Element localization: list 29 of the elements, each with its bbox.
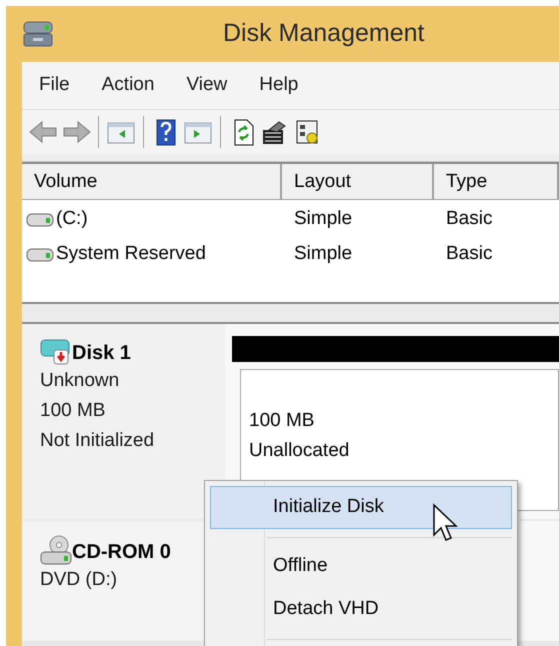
column-header[interactable]: Type	[434, 164, 559, 199]
column-header[interactable]: Layout	[282, 164, 434, 199]
partition-status: Unallocated	[249, 439, 350, 463]
table-cell-text: Simple	[293, 242, 354, 266]
table-cell-text: Simple	[293, 207, 354, 232]
disk-name: CD-ROM 0	[72, 540, 171, 565]
menu-item[interactable]: Help	[259, 71, 298, 100]
table-cell-text: Basic	[445, 242, 492, 266]
table-cell-text: Basic	[445, 207, 492, 232]
disk-info: Not Initialized	[40, 429, 156, 453]
menu-item[interactable]: Action	[102, 71, 154, 100]
menu-item[interactable]: View	[186, 71, 228, 100]
table-cell-text: System Reserved	[56, 242, 206, 266]
partition-size: 100 MB	[249, 409, 316, 433]
pane-splitter[interactable]	[22, 302, 559, 324]
column-header[interactable]: Volume	[22, 164, 282, 199]
disk-info: Unknown	[40, 369, 120, 393]
disk-label-panel[interactable]: Disk 1 Unknown 100 MB Not Initialized	[22, 324, 225, 519]
disk-name: Disk 1	[72, 341, 131, 366]
table-cell-text: (C:)	[56, 207, 88, 232]
cd-drive-icon	[40, 535, 72, 565]
window-title: Disk Management	[223, 18, 424, 50]
menu-item[interactable]: File	[39, 71, 70, 100]
disk-info: DVD (D:)	[40, 568, 118, 592]
mouse-pointer-icon	[432, 503, 458, 543]
hard-disk-icon	[40, 338, 72, 366]
app-icon[interactable]	[23, 20, 53, 48]
menu-option[interactable]: Initialize Disk	[210, 486, 512, 529]
disk-info: 100 MB	[40, 399, 106, 423]
